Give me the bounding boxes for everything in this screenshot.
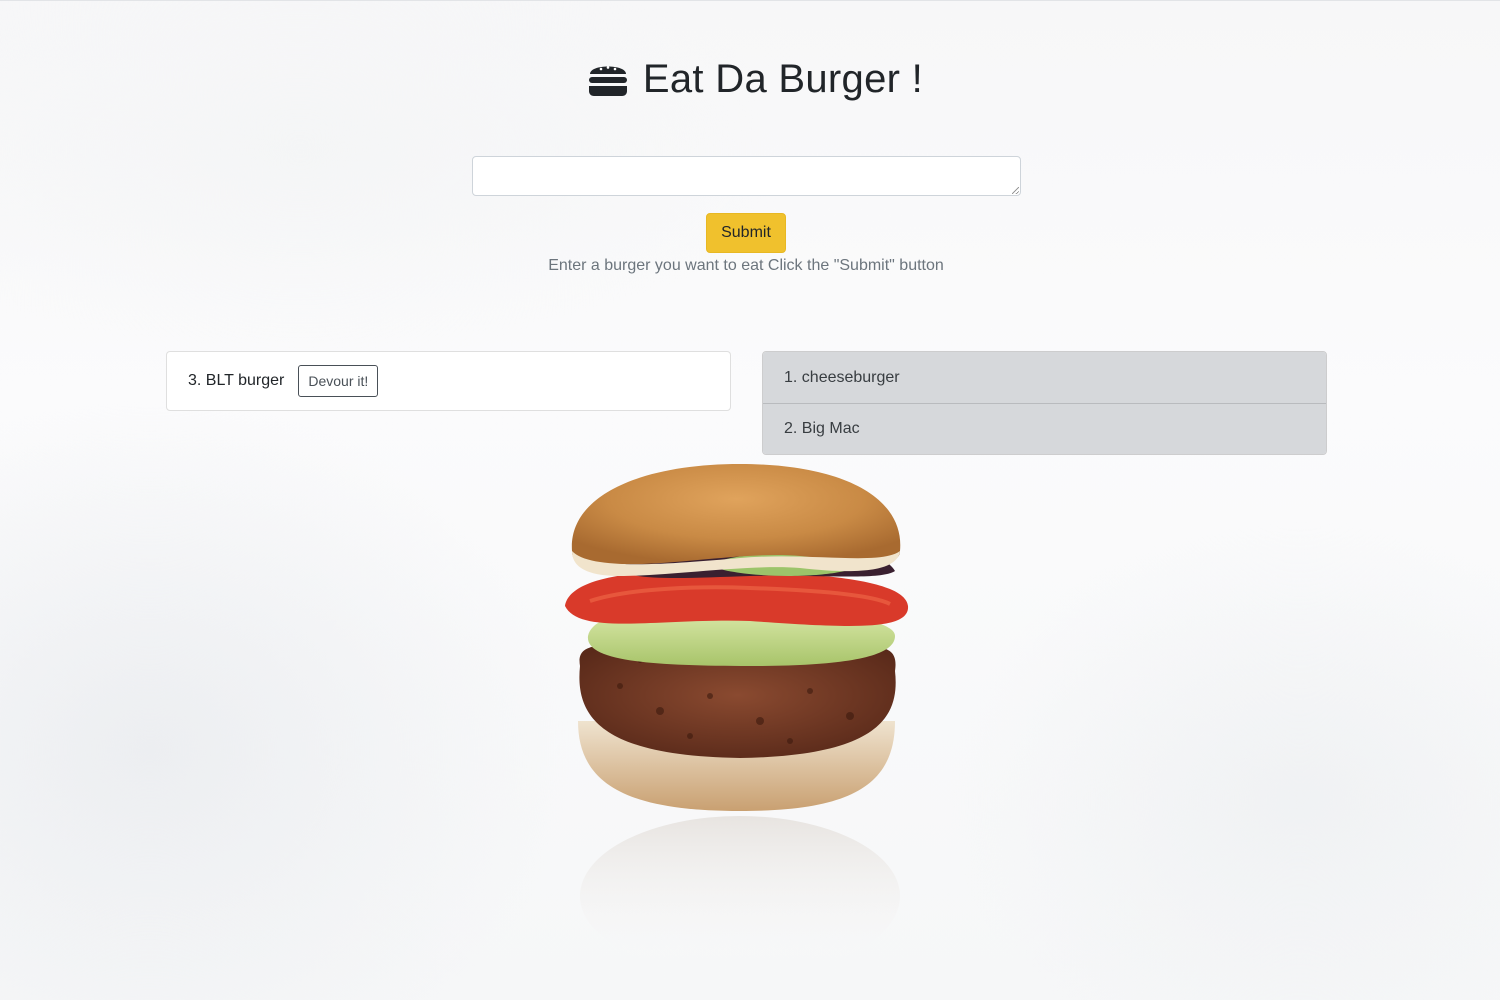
uneaten-burger-list: 3. BLT burger Devour it!	[166, 351, 731, 411]
submit-button[interactable]: Submit	[706, 213, 786, 253]
devoured-item: 2. Big Mac	[763, 403, 1326, 454]
burger-image	[565, 464, 909, 976]
page-title-text: Eat Da Burger !	[642, 57, 924, 101]
resize-grip-icon[interactable]	[1012, 187, 1019, 194]
page-title: Eat Da Burger !	[0, 57, 1500, 102]
devour-button[interactable]: Devour it!	[298, 365, 379, 397]
devoured-burger-list: 1. cheeseburger 2. Big Mac	[762, 351, 1327, 455]
instruction-text: Enter a burger you want to eat Click the…	[548, 257, 944, 274]
hamburger-icon	[588, 65, 627, 96]
devoured-item: 1. cheeseburger	[763, 352, 1326, 403]
burger-input[interactable]	[472, 156, 1021, 196]
burger-item-label: 3. BLT burger	[188, 372, 285, 389]
